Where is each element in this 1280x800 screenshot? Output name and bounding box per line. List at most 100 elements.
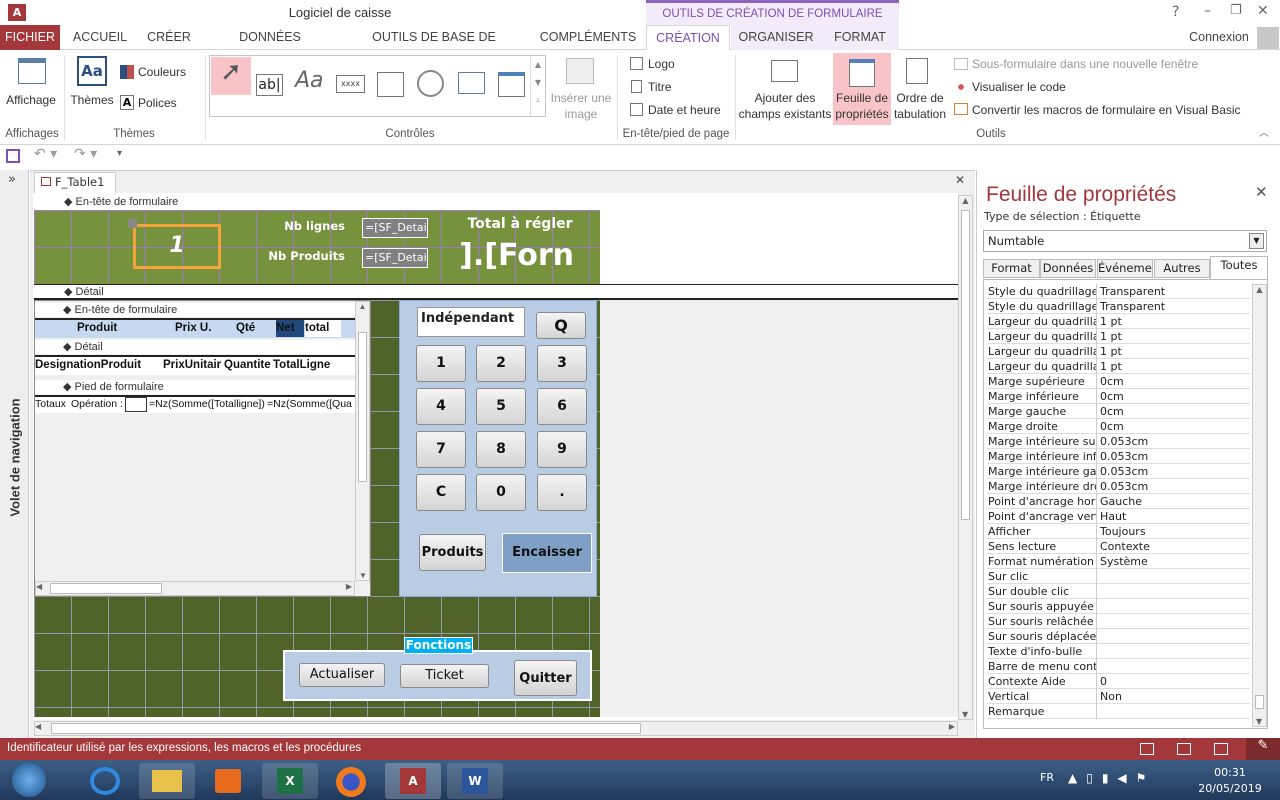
section-bar-form-header[interactable]: ◆ En-tête de formulaire — [34, 195, 958, 209]
clock-date[interactable]: 20/05/2019 — [1190, 782, 1270, 795]
encaisser-button[interactable]: Encaisser — [502, 533, 592, 573]
property-value[interactable]: 0cm — [1098, 389, 1124, 404]
footer-qty-sum[interactable]: =Nz(Somme([Qua — [267, 397, 355, 412]
key-c[interactable]: C — [416, 474, 466, 511]
insert-image-button[interactable]: Insérer une image — [548, 90, 614, 122]
property-row[interactable]: Point d'ancrage horizontalGauche — [987, 494, 1250, 509]
key-dot[interactable]: . — [537, 474, 587, 511]
property-value[interactable]: 0cm — [1098, 404, 1124, 419]
actualiser-button[interactable]: Actualiser — [299, 663, 385, 687]
close-button[interactable]: ✕ — [1257, 3, 1269, 19]
tab-complements[interactable]: COMPLÉMENTS — [533, 25, 643, 50]
visualiser-code-button[interactable]: Visualiser le code — [972, 79, 1066, 95]
property-row[interactable]: Vertical Non — [987, 689, 1250, 704]
ticket-button[interactable]: Ticket — [400, 664, 489, 688]
property-row[interactable]: Marge intérieure gauche0.053cm — [987, 464, 1250, 479]
taskbar-explorer-icon[interactable] — [139, 763, 195, 799]
language-indicator[interactable]: FR — [1040, 771, 1054, 784]
label-tool[interactable]: Aa — [295, 68, 324, 93]
property-value[interactable]: 0 — [1098, 674, 1107, 689]
polices-button[interactable]: Polices — [138, 95, 177, 111]
taskbar-access-icon[interactable]: A — [385, 763, 441, 799]
property-row[interactable]: Sur souris appuyée — [987, 599, 1250, 614]
property-row[interactable]: Largeur du quadrillage bas1 pt — [987, 329, 1250, 344]
property-row[interactable]: Barre de menu contextuel — [987, 659, 1250, 674]
property-value[interactable]: Système — [1098, 554, 1148, 569]
layout-view-icon[interactable] — [1214, 743, 1228, 755]
ajouter-champs-button[interactable]: Ajouter des champs existants — [738, 90, 832, 122]
key-9[interactable]: 9 — [537, 431, 587, 468]
numtable-label-selected[interactable]: 1 — [133, 224, 221, 269]
themes-button[interactable]: Thèmes — [68, 92, 116, 108]
taskbar-word-icon[interactable]: W — [447, 763, 503, 799]
key-0[interactable]: 0 — [476, 474, 526, 511]
web-browser-tool[interactable] — [458, 72, 485, 94]
property-value[interactable]: 0cm — [1098, 374, 1124, 389]
field-designation[interactable]: DesignationProduit — [35, 357, 141, 374]
property-value[interactable]: 0.053cm — [1098, 479, 1148, 494]
property-row[interactable]: Marge supérieure 0cm — [987, 374, 1250, 389]
navigation-pane[interactable]: » Volet de navigation — [0, 170, 29, 738]
property-value[interactable]: 0.053cm — [1098, 464, 1148, 479]
property-value[interactable]: Transparent — [1098, 284, 1165, 299]
help-button[interactable]: ? — [1172, 4, 1179, 20]
property-row[interactable]: Remarque — [987, 704, 1250, 719]
key-5[interactable]: 5 — [476, 388, 526, 425]
taskbar-firefox-icon[interactable] — [324, 763, 380, 799]
key-2[interactable]: 2 — [476, 345, 526, 382]
property-row[interactable]: Marge droite 0cm — [987, 419, 1250, 434]
property-sheet-close[interactable]: ✕ — [1255, 183, 1268, 201]
key-6[interactable]: 6 — [537, 388, 587, 425]
textbox-tool[interactable]: ab| — [256, 74, 283, 96]
subform-vertical-scrollbar[interactable]: ▲ ▼ — [355, 301, 370, 581]
start-button-icon[interactable] — [12, 763, 46, 797]
property-row[interactable]: Largeur du quadrillage gauche1 pt — [987, 344, 1250, 359]
taskbar-ie-icon[interactable] — [78, 763, 134, 799]
taskbar-media-icon[interactable] — [200, 763, 256, 799]
field-totalligne[interactable]: TotalLigne — [273, 357, 330, 374]
key-1[interactable]: 1 — [416, 345, 466, 382]
property-row[interactable]: Marge intérieure droite0.053cm — [987, 479, 1250, 494]
selection-dropdown[interactable]: Numtable ▼ — [983, 230, 1267, 252]
property-row[interactable]: Marge gauche 0cm — [987, 404, 1250, 419]
clock-time[interactable]: 00:31 — [1200, 766, 1260, 779]
property-tab-3[interactable]: Autres — [1154, 259, 1210, 278]
tab-accueil[interactable]: ACCUEIL — [66, 25, 134, 50]
tray-icons[interactable]: ▲▯▮◀⚑ — [1068, 771, 1155, 785]
restore-button[interactable]: ❐ — [1230, 3, 1242, 18]
selection-handle[interactable] — [128, 219, 137, 228]
tab-control-tool[interactable] — [377, 72, 404, 97]
hyperlink-tool[interactable] — [417, 70, 444, 97]
property-row[interactable]: Afficher Toujours — [987, 524, 1250, 539]
key-8[interactable]: 8 — [476, 431, 526, 468]
property-value[interactable]: 1 pt — [1098, 329, 1122, 344]
convertir-macros-button[interactable]: Convertir les macros de formulaire en Vi… — [972, 102, 1241, 118]
key-7[interactable]: 7 — [416, 431, 466, 468]
expand-nav-icon[interactable]: » — [8, 172, 16, 187]
field-quantite[interactable]: Quantite — [224, 357, 271, 374]
key-4[interactable]: 4 — [416, 388, 466, 425]
couleurs-button[interactable]: Couleurs — [138, 64, 186, 80]
navigation-control-tool[interactable] — [498, 72, 525, 97]
form-view-icon[interactable] — [1140, 743, 1154, 755]
property-row[interactable]: Sur souris déplacée — [987, 629, 1250, 644]
quitter-button[interactable]: Quitter — [514, 660, 577, 696]
property-row[interactable]: Marge inférieure 0cm — [987, 389, 1250, 404]
property-value[interactable]: 0.053cm — [1098, 434, 1148, 449]
subform-horizontal-scrollbar[interactable]: ◀ ▶ — [35, 581, 355, 596]
user-avatar-icon[interactable] — [1257, 27, 1279, 49]
property-row[interactable]: Sur clic — [987, 569, 1250, 584]
date-heure-button[interactable]: Date et heure — [648, 102, 721, 118]
footer-empty-field[interactable] — [125, 397, 147, 412]
footer-total-sum[interactable]: =Nz(Somme([Totalligne]) — [149, 397, 267, 412]
logo-button[interactable]: Logo — [648, 56, 675, 72]
nb-produits-field[interactable]: =[SF_Detail( — [362, 248, 428, 268]
property-value[interactable]: 0cm — [1098, 419, 1124, 434]
field-prix[interactable]: PrixUnitair — [163, 357, 223, 374]
tab-outils-bdd[interactable]: OUTILS DE BASE DE DONNÉES — [345, 25, 523, 69]
ordre-tabulation-button[interactable]: Ordre de tabulation — [890, 90, 950, 122]
property-row[interactable]: Style du quadrillage droitTransparent — [987, 299, 1250, 314]
redo-icon[interactable]: ↷ ▾ — [74, 146, 97, 162]
property-value[interactable]: 1 pt — [1098, 359, 1122, 374]
save-icon[interactable] — [6, 149, 20, 163]
